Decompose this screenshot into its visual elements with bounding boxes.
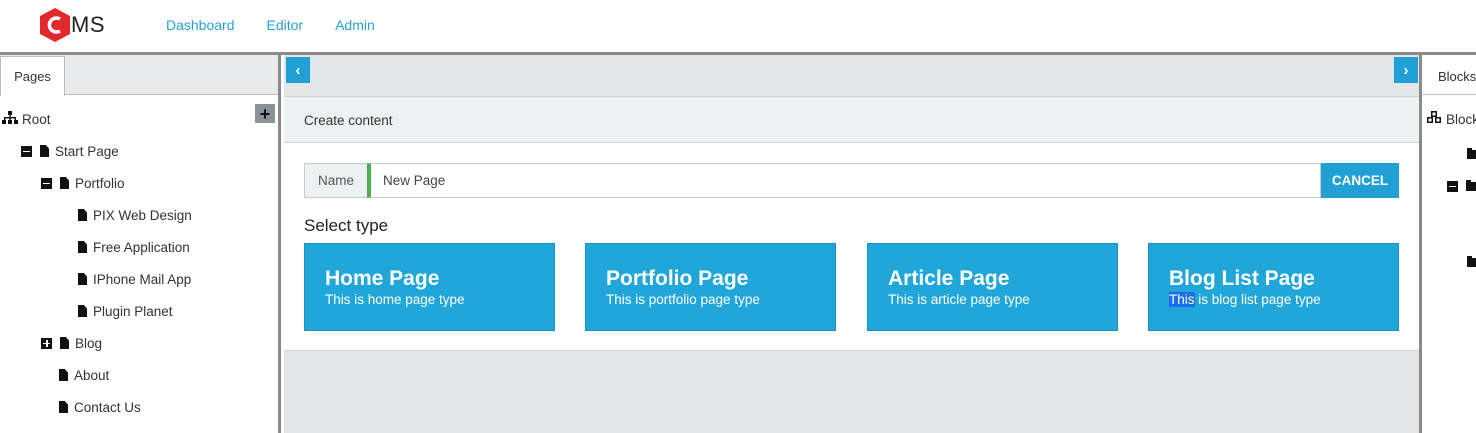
blocks-panel: Blocks Blocks [1419,55,1476,433]
card-description: This is blog list page type [1169,291,1398,309]
tree-item-iphone-mail-app[interactable]: IPhone Mail App [78,269,191,289]
chevron-right-icon: › [1403,61,1409,79]
tree-item-plugin-planet[interactable]: Plugin Planet [78,301,173,321]
logo-hexagon-icon [40,8,70,42]
tree-item-label: Free Application [93,239,190,255]
tree-item-free-application[interactable]: Free Application [78,237,190,257]
page-type-card-portfolio[interactable]: Portfolio Page This is portfolio page ty… [585,243,836,331]
tree-item-label: Blocks [1446,111,1476,127]
nav-editor[interactable]: Editor [267,17,304,33]
card-title: Blog List Page [1169,267,1315,290]
tree-item-label: Portfolio [75,175,125,191]
block-folder-item[interactable] [1447,176,1476,196]
panel-title: Create content [284,97,1419,143]
cms-logo[interactable]: MS [40,8,105,42]
sitemap-icon [2,111,18,127]
file-icon [59,369,68,381]
blocks-tabbar: Blocks [1422,55,1476,95]
card-title: Article Page [888,267,1010,290]
tree-item-label: Blog [75,335,103,351]
tree-item-label: IPhone Mail App [93,271,192,287]
top-nav: Dashboard Editor Admin [166,17,407,33]
card-title: Home Page [325,267,440,290]
tree-item-label: Root [22,111,51,127]
tree-item-root[interactable]: Root [2,109,51,129]
page-type-card-article[interactable]: Article Page This is article page type [867,243,1118,331]
file-icon [78,209,87,221]
name-input[interactable] [367,163,1321,198]
tree-item-label: Plugin Planet [93,303,173,319]
card-description: This is home page type [325,292,465,307]
file-icon [60,177,69,189]
folder-icon [1467,147,1476,159]
collapse-icon[interactable] [21,145,32,157]
add-page-button[interactable]: + [255,104,275,123]
tree-item-label: PIX Web Design [93,207,192,223]
tree-item-pix-web-design[interactable]: PIX Web Design [78,205,192,225]
name-label: Name [304,163,367,198]
top-header: MS Dashboard Editor Admin [0,0,1476,52]
collapse-icon[interactable] [41,177,52,189]
create-content-panel: Create content Name CANCEL Select type H… [284,96,1419,351]
name-field-group: Name CANCEL [304,163,1399,198]
text-selection-highlight: This [1169,292,1195,307]
tree-item-portfolio[interactable]: Portfolio [41,173,125,193]
expand-icon[interactable] [41,337,52,349]
card-description-rest: is blog list page type [1194,292,1321,307]
pages-tabbar: Pages [0,55,278,96]
logo-text: MS [71,12,105,37]
block-folder-item[interactable] [1467,252,1476,272]
nav-dashboard[interactable]: Dashboard [166,17,235,33]
select-type-heading: Select type [304,216,389,235]
file-icon [59,401,68,413]
tree-item-start-page[interactable]: Start Page [21,141,119,161]
card-description: This is portfolio page type [606,292,760,307]
tree-item-about[interactable]: About [59,365,109,385]
page-type-card-home[interactable]: Home Page This is home page type [304,243,555,331]
file-icon [40,145,49,157]
page-type-card-blog-list[interactable]: Blog List Page This is blog list page ty… [1148,243,1399,331]
folder-icon [1467,255,1476,267]
tree-item-contact-us[interactable]: Contact Us [59,397,141,417]
chevron-left-icon: ‹ [295,61,301,79]
pages-panel: Pages + Root Start Page Portfolio PIX We… [0,55,281,433]
nav-admin[interactable]: Admin [335,17,375,33]
tree-item-blocks-root[interactable]: Blocks [1427,109,1476,129]
tree-item-label: About [74,367,110,383]
collapse-right-button[interactable]: › [1394,57,1418,83]
file-icon [78,241,87,253]
file-icon [78,305,87,317]
collapse-icon[interactable] [1447,180,1458,192]
tree-item-label: Contact Us [74,399,141,415]
folder-icon [1466,179,1476,191]
cubes-icon [1427,111,1442,127]
card-description: This is article page type [888,292,1030,307]
file-icon [60,337,69,349]
tab-pages[interactable]: Pages [0,56,65,96]
card-title: Portfolio Page [606,267,749,290]
tree-item-label: Start Page [55,143,119,159]
tab-blocks[interactable]: Blocks [1438,69,1476,84]
file-icon [78,273,87,285]
collapse-left-button[interactable]: ‹ [286,57,310,83]
cancel-button[interactable]: CANCEL [1321,163,1399,198]
block-folder-item[interactable] [1467,144,1476,164]
tree-item-blog[interactable]: Blog [41,333,102,353]
editor-area: ‹ › Create content Name CANCEL Select ty… [284,55,1419,433]
